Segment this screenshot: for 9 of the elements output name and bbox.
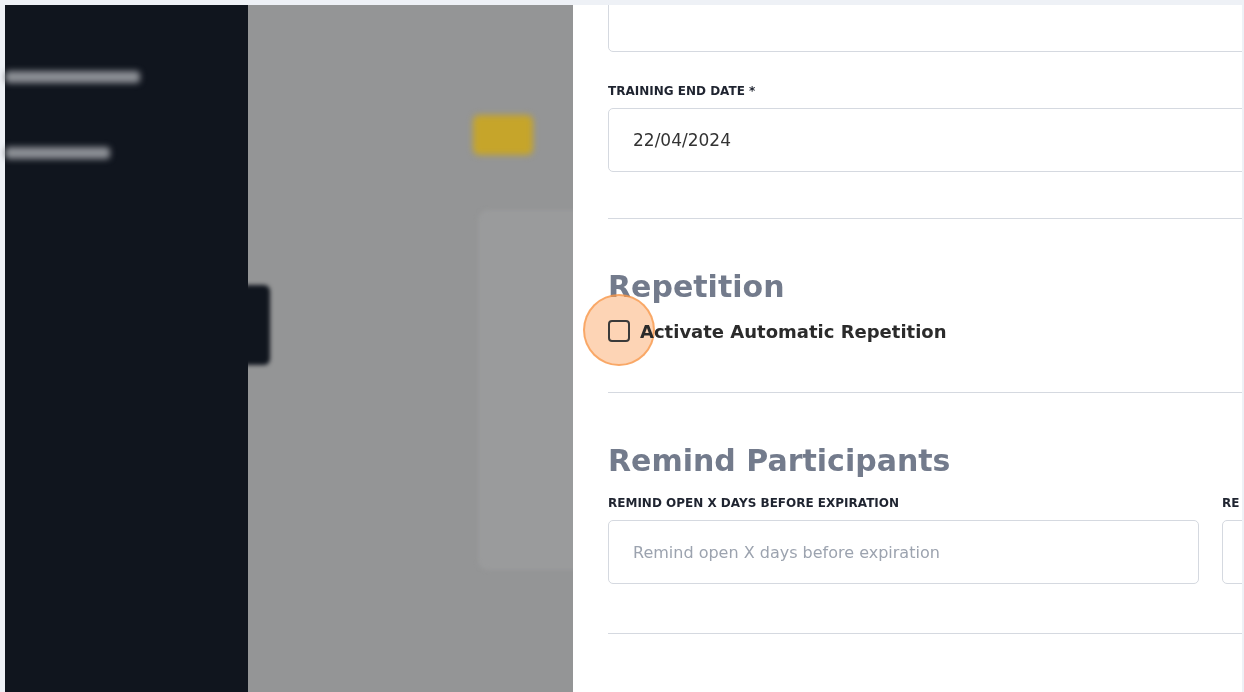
field-label: REMIND OPEN X DAYS BEFORE EXPIRATION [608,496,901,510]
input-field[interactable]: Remind open X days before expiration [608,520,1199,584]
field-label: TRAINING END DATE * [608,84,757,98]
field-label: RE [1222,496,1241,510]
checkbox[interactable] [608,320,630,342]
section-heading: Repetition [608,269,786,304]
section-heading: Remind Participants [608,443,952,478]
blurred-chip [473,115,533,155]
date-field[interactable]: 22/04/2024 [608,108,1242,172]
